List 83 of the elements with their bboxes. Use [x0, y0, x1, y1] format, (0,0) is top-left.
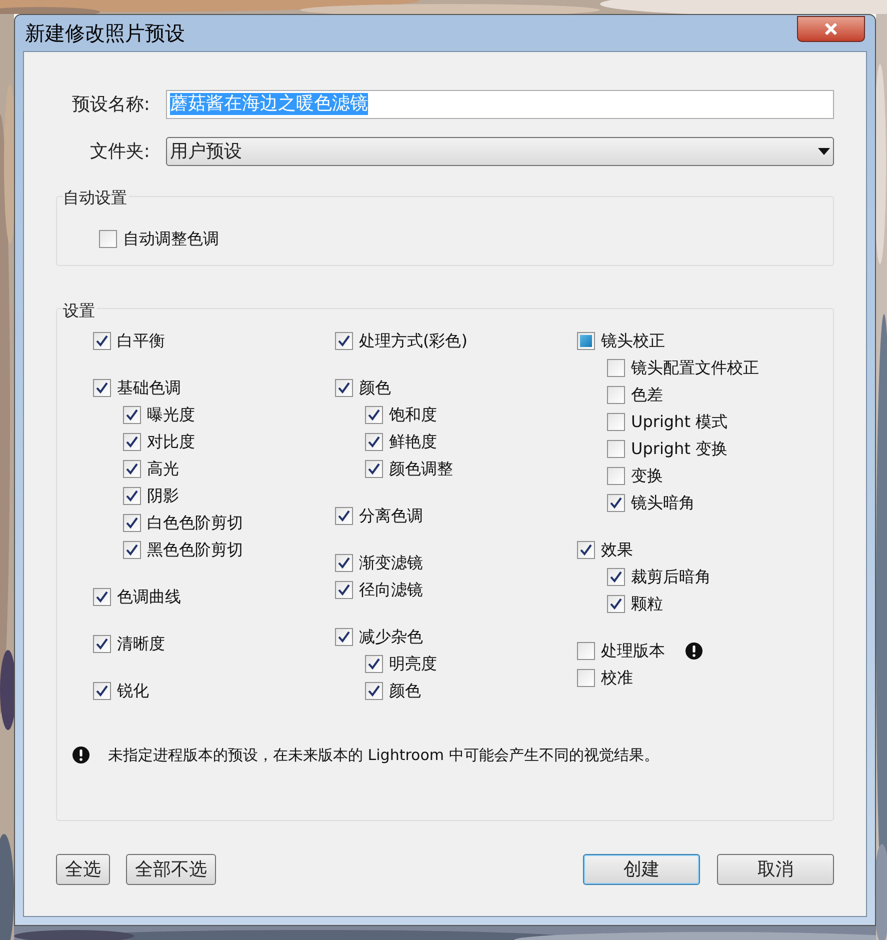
checkbox[interactable]	[607, 386, 625, 404]
checkbox-label: 白平衡	[117, 330, 165, 352]
checkbox[interactable]	[607, 440, 625, 458]
checkbox[interactable]	[335, 554, 353, 572]
checkbox-label: 颜色	[359, 376, 391, 398]
warning-text: 未指定进程版本的预设，在未来版本的 Lightroom 中可能会产生不同的视觉结果。	[108, 745, 659, 766]
checkbox-label: 对比度	[147, 430, 195, 452]
close-button[interactable]	[797, 16, 865, 42]
checkbox-label: 径向滤镜	[359, 578, 423, 600]
select-button[interactable]: 全选	[56, 854, 110, 885]
field-label: 文件夹:	[88, 140, 150, 164]
checkbox-label: 鲜艳度	[389, 430, 437, 452]
checkbox[interactable]	[365, 460, 383, 478]
checkbox-label: 清晰度	[117, 632, 165, 654]
checkbox-label: 锐化	[117, 680, 149, 702]
folder-dropdown[interactable]: 用户预设	[166, 136, 834, 166]
warning-icon	[72, 746, 90, 764]
checkbox[interactable]	[365, 406, 383, 424]
checkbox-label: 明亮度	[389, 652, 437, 674]
checkbox-label: 颜色调整	[389, 458, 453, 480]
checkbox[interactable]	[577, 642, 595, 660]
checkbox[interactable]	[365, 432, 383, 450]
checkbox[interactable]	[123, 514, 141, 532]
field-label: 预设名称:	[70, 92, 150, 116]
checkbox-label: 变换	[631, 464, 663, 486]
checkbox-label: 高光	[147, 458, 179, 480]
dialog-button[interactable]: 创建	[583, 854, 700, 885]
checkbox-label: 镜头暗角	[631, 492, 695, 514]
checkbox[interactable]	[335, 506, 353, 524]
checkbox-label: 处理方式(彩色)	[359, 330, 468, 352]
checkbox-label: Upright 变换	[631, 438, 728, 460]
checkbox-label: 校准	[601, 666, 633, 688]
checkbox[interactable]	[335, 378, 353, 396]
checkbox[interactable]	[577, 332, 595, 350]
checkbox[interactable]	[123, 406, 141, 424]
checkbox[interactable]	[123, 540, 141, 558]
window-title: 新建修改照片预设	[24, 20, 185, 47]
checkbox-label: 饱和度	[389, 404, 437, 426]
checkbox[interactable]	[335, 580, 353, 598]
checkbox[interactable]	[93, 588, 111, 606]
checkbox-label: 减少杂色	[359, 626, 423, 648]
checkbox-label: 渐变滤镜	[359, 552, 423, 574]
checkbox-label: 镜头校正	[601, 330, 665, 352]
checkbox[interactable]	[577, 540, 595, 558]
checkbox-label: 镜头配置文件校正	[631, 356, 759, 378]
checkbox-label: 自动调整色调	[123, 228, 219, 250]
checkbox-label: 效果	[601, 538, 633, 560]
checkbox-label: 分离色调	[359, 504, 423, 526]
checkbox-label: 颗粒	[631, 592, 663, 614]
select-button[interactable]: 全部不选	[126, 854, 216, 885]
checkbox-label: 颜色	[389, 680, 421, 702]
checkbox[interactable]	[123, 432, 141, 450]
checkbox[interactable]	[93, 634, 111, 652]
checkbox[interactable]	[123, 460, 141, 478]
checkbox-label: 阴影	[147, 484, 179, 506]
checkbox[interactable]	[93, 378, 111, 396]
dialog-button[interactable]: 取消	[717, 854, 834, 885]
checkbox-label: Upright 模式	[631, 410, 728, 432]
checkbox[interactable]	[99, 230, 117, 248]
checkbox[interactable]	[607, 466, 625, 484]
checkbox-label: 基础色调	[117, 376, 181, 398]
checkbox[interactable]	[577, 668, 595, 686]
checkbox[interactable]	[607, 412, 625, 430]
close-icon	[824, 23, 838, 35]
checkbox[interactable]	[607, 358, 625, 376]
checkbox-label: 白色色阶剪切	[147, 512, 243, 534]
checkbox[interactable]	[365, 654, 383, 672]
checkbox-label: 黑色色阶剪切	[147, 538, 243, 560]
checkbox[interactable]	[607, 568, 625, 586]
checkbox-label: 色调曲线	[117, 586, 181, 608]
checkbox[interactable]	[335, 628, 353, 646]
checkbox[interactable]	[123, 486, 141, 504]
checkbox[interactable]	[335, 332, 353, 350]
checkbox[interactable]	[93, 682, 111, 700]
checkbox-label: 裁剪后暗角	[631, 566, 711, 588]
checkbox-label: 处理版本	[601, 640, 665, 662]
checkbox-label: 色差	[631, 384, 663, 406]
checkbox[interactable]	[93, 332, 111, 350]
checkbox[interactable]	[607, 594, 625, 612]
checkbox[interactable]	[365, 682, 383, 700]
dropdown-arrow-icon	[818, 148, 830, 154]
checkbox-label: 曝光度	[147, 404, 195, 426]
checkbox[interactable]	[607, 494, 625, 512]
